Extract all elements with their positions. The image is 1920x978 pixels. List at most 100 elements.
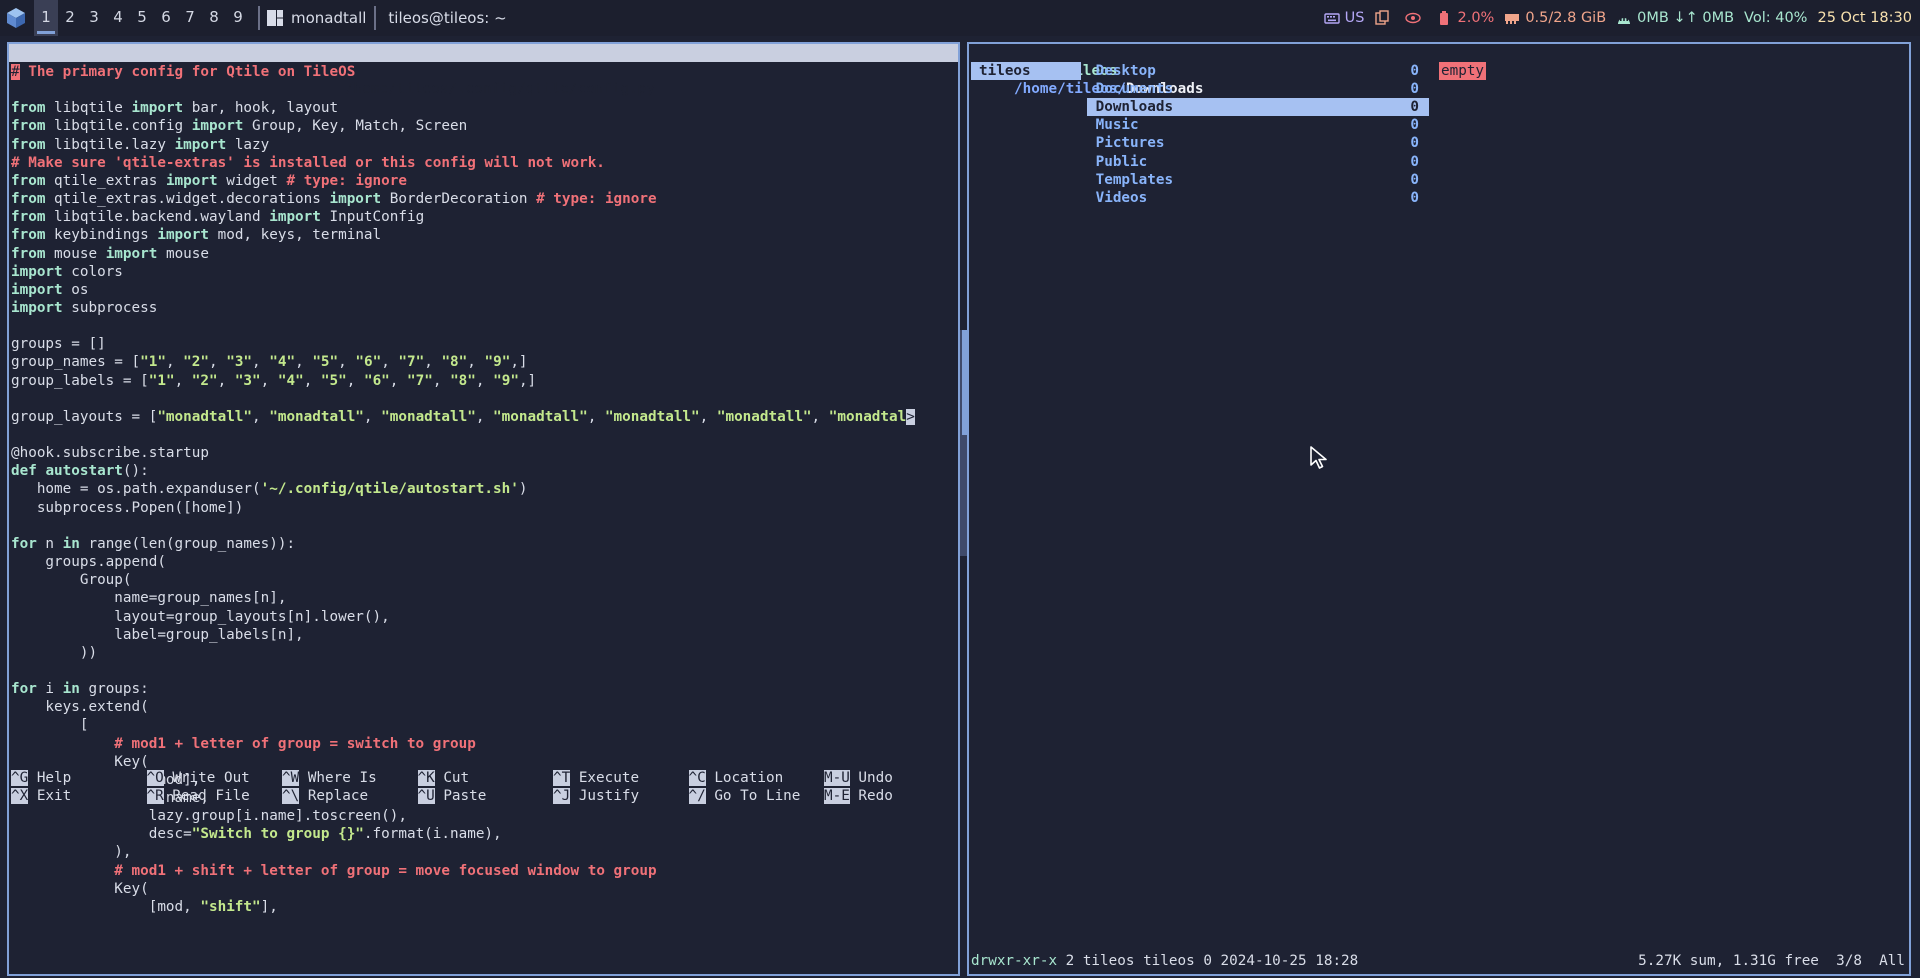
- nano-shortcut-cut[interactable]: ^K Cut: [417, 769, 469, 787]
- code-token: autostart: [45, 463, 123, 480]
- group-8[interactable]: 8: [202, 0, 226, 36]
- network-widget: 0MB ↓↑ 0MB: [1616, 10, 1734, 26]
- group-9[interactable]: 9: [226, 0, 250, 36]
- code-token: ,: [209, 354, 227, 371]
- network-usage: 0MB ↓↑ 0MB: [1637, 10, 1735, 26]
- nano-shortcut-location[interactable]: ^C Location: [688, 769, 783, 787]
- code-token: import: [174, 136, 227, 153]
- ranger-item-documents[interactable]: Documents 0: [1087, 80, 1429, 98]
- clock-widget: 25 Oct 18:30: [1817, 10, 1912, 26]
- ranger-item-music[interactable]: Music 0: [1087, 116, 1429, 134]
- code-token: "monadtall": [381, 408, 476, 425]
- shortcut-label: Where Is: [299, 770, 377, 786]
- code-token: in: [62, 535, 80, 552]
- code-token: # Make sure 'qtile-extras' is installed …: [11, 154, 605, 171]
- shortcut-key: ^G: [11, 770, 29, 786]
- code-token: "monadtall": [716, 408, 812, 425]
- group-6[interactable]: 6: [154, 0, 178, 36]
- ranger-item-templates[interactable]: Templates 0: [1087, 171, 1429, 189]
- code-line: for i in groups:: [11, 680, 149, 698]
- group-7[interactable]: 7: [178, 0, 202, 36]
- nano-shortcut-where-is[interactable]: ^W Where Is: [282, 769, 377, 787]
- ranger-item-name: Templates: [1087, 171, 1174, 188]
- group-5[interactable]: 5: [130, 0, 154, 36]
- ranger-permissions: drwxr-xr-x: [971, 953, 1058, 969]
- code-line: home = os.path.expanduser('~/.config/qti…: [11, 480, 528, 498]
- code-line: Group(: [11, 571, 132, 589]
- layout-name[interactable]: monadtall: [291, 9, 366, 27]
- group-4[interactable]: 4: [106, 0, 130, 36]
- ranger-item-videos[interactable]: Videos 0: [1087, 189, 1429, 207]
- code-token: import: [165, 172, 218, 189]
- shortcut-label: Read File: [163, 788, 250, 804]
- group-3[interactable]: 3: [82, 0, 106, 36]
- nano-shortcut-read-file[interactable]: ^R Read File: [146, 787, 250, 805]
- nano-shortcut-execute[interactable]: ^T Execute: [553, 769, 639, 787]
- code-token: ): [518, 481, 528, 498]
- eye-icon: [1405, 12, 1422, 24]
- code-token: "6": [363, 372, 390, 389]
- group-1[interactable]: 1: [34, 0, 58, 36]
- nano-shortcut-exit[interactable]: ^X Exit: [11, 787, 71, 805]
- code-token: # mod1 + shift + letter of group = move …: [114, 862, 657, 879]
- keyboard-icon: [1323, 13, 1340, 24]
- ranger-item-name: Documents: [1087, 81, 1174, 98]
- shortcut-key: ^W: [282, 770, 300, 786]
- code-line: keys.extend(: [11, 698, 148, 716]
- clipboard-widget[interactable]: [1374, 10, 1395, 26]
- ranger-item-downloads[interactable]: Downloads 0: [1087, 98, 1429, 117]
- nano-shortcut-write-out[interactable]: ^O Write Out: [146, 769, 250, 787]
- code-token: Key(: [11, 880, 149, 897]
- keyboard-layout-widget[interactable]: US: [1323, 10, 1364, 26]
- nano-shortcut-justify[interactable]: ^J Justify: [553, 787, 639, 805]
- ranger-terminal-window[interactable]: tileos@tileos /home/tileos/Downloads til…: [967, 42, 1911, 976]
- clock: 25 Oct 18:30: [1817, 10, 1912, 26]
- nano-shortcut-help[interactable]: ^G Help: [11, 769, 71, 787]
- tileos-logo-icon[interactable]: [4, 6, 28, 30]
- code-token: "3": [226, 354, 253, 371]
- ranger-item-pictures[interactable]: Pictures 0: [1087, 134, 1429, 152]
- code-token: range(len(group_names)):: [79, 535, 296, 552]
- shortcut-key: ^X: [11, 788, 29, 804]
- nano-shortcut-redo[interactable]: M-E Redo: [824, 787, 893, 805]
- code-token: for: [11, 681, 37, 698]
- code-token: ,: [260, 372, 278, 389]
- ranger-item-count: 0: [1410, 81, 1419, 98]
- ranger-item-name: Pictures: [1087, 135, 1165, 152]
- code-token: ,: [475, 408, 494, 425]
- code-token: .format(i.name),: [363, 826, 502, 843]
- shortcut-label: Help: [28, 770, 72, 786]
- screen-lock-widget[interactable]: [1405, 10, 1426, 26]
- ranger-item-desktop[interactable]: Desktop 0: [1087, 62, 1429, 80]
- volume-widget[interactable]: Vol: 40%: [1744, 10, 1807, 26]
- code-token: lazy.group[i.name].toscreen(),: [11, 808, 407, 825]
- group-2[interactable]: 2: [58, 0, 82, 36]
- code-line: desc="Switch to group {}".format(i.name)…: [11, 825, 502, 843]
- nano-shortcut-replace[interactable]: ^\ Replace: [282, 787, 368, 805]
- ranger-item-public[interactable]: Public 0: [1087, 153, 1429, 171]
- nano-shortcut-paste[interactable]: ^U Paste: [417, 787, 486, 805]
- code-line: import subprocess: [11, 299, 157, 317]
- ranger-parent-column-item[interactable]: tileos: [971, 62, 1081, 80]
- nano-shortcut-undo[interactable]: M-U Undo: [824, 769, 893, 787]
- shortcut-key: M-U: [824, 770, 850, 786]
- code-line: import os: [11, 281, 88, 299]
- code-token: from: [11, 245, 46, 262]
- code-token: InputConfig: [320, 209, 425, 226]
- nano-terminal-window[interactable]: GNU nano 7.2 /home/tileos/.config/qtile/…: [7, 42, 960, 976]
- code-token: # mod1 + letter of group = switch to gro…: [114, 735, 476, 752]
- code-token: ,: [217, 372, 235, 389]
- code-token: "9": [484, 354, 511, 371]
- code-line: import colors: [11, 263, 123, 281]
- code-token: mod, keys, terminal: [209, 227, 382, 244]
- ranger-item-name: Downloads: [1087, 99, 1174, 116]
- cpu-usage: 2.0%: [1457, 10, 1495, 26]
- code-token: "4": [277, 372, 304, 389]
- nano-shortcut-go-to-line[interactable]: ^/ Go To Line: [688, 787, 800, 805]
- code-token: libqtile.config: [45, 118, 192, 135]
- code-token: ,: [252, 354, 270, 371]
- code-token: [: [11, 717, 89, 734]
- code-token: from: [11, 209, 46, 226]
- layout-monadtall-icon[interactable]: [266, 9, 284, 27]
